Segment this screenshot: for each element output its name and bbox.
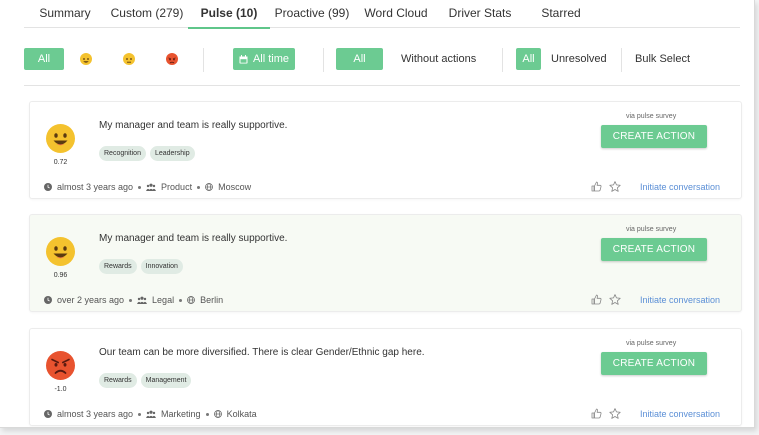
tag: Rewards (99, 373, 137, 388)
tab-word-cloud[interactable]: Word Cloud (354, 0, 438, 28)
tag-list: Recognition Leadership (99, 146, 195, 161)
tag-list: Rewards Management (99, 373, 192, 388)
clock-icon (44, 183, 52, 191)
feedback-location: Moscow (218, 182, 252, 192)
feedback-card: 0.72 My manager and team is really suppo… (29, 101, 742, 199)
tab-bar: Summary Custom (279) Pulse (10) Proactiv… (24, 0, 740, 29)
feedback-source: via pulse survey (626, 226, 677, 233)
create-action-button[interactable]: CREATE ACTION (601, 238, 707, 261)
create-action-button[interactable]: CREATE ACTION (601, 125, 707, 148)
separator-dot (129, 298, 133, 302)
filter-divider (621, 48, 622, 72)
angry-face-icon[interactable] (166, 53, 178, 65)
card-actions (591, 294, 621, 305)
feedback-message: Our team can be more diversified. There … (99, 347, 425, 358)
team-icon (146, 410, 157, 418)
card-actions (591, 181, 621, 192)
feedback-department: Product (161, 182, 193, 192)
card-actions (591, 408, 621, 419)
thumbs-up-icon[interactable] (591, 408, 602, 419)
filter-bar: All All time All Without actions All Unr… (24, 48, 740, 72)
sentiment-score: -1.0 (54, 386, 67, 393)
tag: Rewards (99, 259, 137, 274)
feedback-card: -1.0 Our team can be more diversified. T… (29, 328, 742, 426)
sentiment-score: 0.72 (53, 159, 68, 166)
feedback-department: Marketing (161, 409, 201, 419)
initiate-conversation-link[interactable]: Initiate conversation (640, 295, 720, 305)
filter-divider (502, 48, 503, 72)
filter-divider (203, 48, 204, 72)
feedback-location: Kolkata (226, 409, 257, 419)
separator-dot (138, 185, 142, 189)
team-icon (137, 296, 148, 304)
calendar-icon (239, 54, 248, 63)
thumbs-up-icon[interactable] (591, 181, 602, 192)
create-action-button[interactable]: CREATE ACTION (601, 352, 707, 375)
tab-summary[interactable]: Summary (24, 0, 106, 28)
tag: Innovation (140, 259, 183, 274)
time-filter-button[interactable]: All time (233, 48, 295, 70)
without-actions-filter[interactable]: Without actions (401, 48, 476, 70)
feedback-message: My manager and team is really supportive… (99, 120, 288, 131)
star-icon[interactable] (609, 181, 621, 192)
time-filter-label: All time (252, 53, 290, 65)
feedback-source: via pulse survey (626, 113, 677, 120)
tag: Management (140, 373, 192, 388)
initiate-conversation-link[interactable]: Initiate conversation (640, 409, 720, 419)
actions-all-button[interactable]: All (336, 48, 383, 70)
tab-custom[interactable]: Custom (279) (106, 0, 188, 28)
globe-icon (205, 183, 213, 191)
feedback-meta: over 2 years ago Legal Berlin (44, 295, 223, 305)
feedback-time: almost 3 years ago (57, 182, 134, 192)
sentiment-score: 0.96 (53, 272, 68, 279)
tag-list: Rewards Innovation (99, 259, 183, 274)
tag: Leadership (149, 146, 195, 161)
star-icon[interactable] (609, 294, 621, 305)
separator-dot (205, 412, 209, 416)
tab-pulse[interactable]: Pulse (10) (188, 0, 270, 29)
separator-dot (197, 185, 201, 189)
angry-face-icon (46, 351, 75, 380)
feedback-time: almost 3 years ago (57, 409, 134, 419)
globe-icon (213, 410, 222, 418)
pulse-feedback-page: Summary Custom (279) Pulse (10) Proactiv… (0, 0, 755, 428)
feedback-location: Berlin (200, 295, 224, 305)
team-icon (146, 183, 157, 191)
star-icon[interactable] (609, 408, 621, 419)
separator-dot (179, 298, 183, 302)
happy-face-icon (46, 124, 75, 153)
sentiment-all-button[interactable]: All (24, 48, 64, 70)
filter-divider (323, 48, 324, 72)
bulk-select-button[interactable]: Bulk Select (635, 48, 690, 70)
unresolved-filter[interactable]: Unresolved (551, 48, 607, 70)
neutral-face-icon[interactable] (123, 53, 135, 65)
thumbs-up-icon[interactable] (591, 294, 602, 305)
tag: Recognition (99, 146, 146, 161)
tab-proactive[interactable]: Proactive (99) (270, 0, 354, 28)
resolved-all-button[interactable]: All (516, 48, 541, 70)
clock-icon (44, 296, 52, 304)
feedback-time: over 2 years ago (57, 295, 125, 305)
clock-icon (44, 410, 52, 418)
separator-dot (138, 412, 142, 416)
tab-starred[interactable]: Starred (522, 0, 600, 28)
feedback-meta: almost 3 years ago Product Moscow (44, 182, 251, 192)
feedback-message: My manager and team is really supportive… (99, 233, 288, 244)
feedback-card: 0.96 My manager and team is really suppo… (29, 214, 742, 312)
feedback-department: Legal (152, 295, 175, 305)
filter-divider-line (24, 85, 740, 86)
tab-driver-stats[interactable]: Driver Stats (438, 0, 522, 28)
feedback-source: via pulse survey (626, 340, 677, 347)
globe-icon (187, 296, 195, 304)
initiate-conversation-link[interactable]: Initiate conversation (640, 182, 720, 192)
happy-face-icon[interactable] (80, 53, 92, 65)
happy-face-icon (46, 237, 75, 266)
feedback-meta: almost 3 years ago Marketing Kolkata (44, 409, 257, 419)
